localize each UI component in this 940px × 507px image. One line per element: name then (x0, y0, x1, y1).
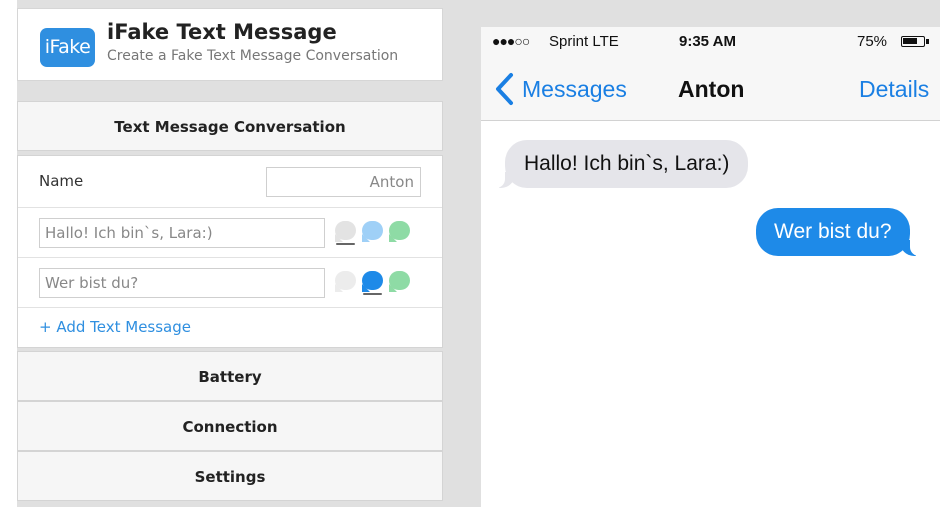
message-input[interactable]: Wer bist du? (39, 268, 325, 298)
bubble-dot (362, 271, 383, 290)
battery-icon (901, 36, 929, 47)
name-input[interactable]: Anton (266, 167, 421, 197)
green-bubble-icon[interactable] (389, 221, 411, 245)
bubble-dot (389, 221, 410, 240)
message-input-value: Hallo! Ich bin`s, Lara:) (45, 224, 213, 242)
app-logo: iFake (40, 28, 95, 67)
green-bubble-icon[interactable] (389, 271, 411, 295)
app-title: iFake Text Message (107, 20, 337, 44)
name-row: Name Anton (18, 156, 442, 208)
name-label: Name (39, 172, 84, 190)
bubble-dot (335, 221, 356, 240)
bubble-style-picker (335, 271, 417, 297)
selected-indicator (336, 243, 355, 245)
battery-fill (903, 38, 917, 44)
message-input-value: Wer bist du? (45, 274, 139, 292)
blue-bubble-icon[interactable] (362, 221, 384, 245)
gray-bubble-icon[interactable] (335, 221, 357, 245)
app-subtitle: Create a Fake Text Message Conversation (107, 48, 399, 64)
back-messages-button[interactable]: Messages (522, 76, 627, 103)
received-message-bubble: Hallo! Ich bin`s, Lara:) (494, 140, 749, 188)
bubble-dot (362, 221, 383, 240)
phone-preview: ●●●○○ Sprint LTE 9:35 AM 75% Messages An… (481, 27, 940, 507)
section-settings[interactable]: Settings (17, 451, 443, 501)
add-text-message-link[interactable]: + Add Text Message (39, 318, 191, 336)
details-button[interactable]: Details (859, 76, 929, 103)
contact-name: Anton (678, 76, 745, 102)
name-input-value: Anton (369, 173, 414, 191)
add-message-row: + Add Text Message (18, 308, 442, 348)
chevron-left-icon[interactable] (493, 71, 517, 107)
message-row: Hallo! Ich bin`s, Lara:) (18, 208, 442, 258)
conversation-form: Name Anton Hallo! Ich bin`s, Lara:) Wer … (17, 155, 443, 348)
bubble-dot (335, 271, 356, 290)
bubble-dot (389, 271, 410, 290)
bubble-style-picker (335, 221, 417, 247)
app-header: iFake iFake Text Message Create a Fake T… (17, 8, 443, 81)
selected-indicator (363, 293, 382, 295)
section-text-message-conversation[interactable]: Text Message Conversation (17, 101, 443, 151)
status-battery-percent: 75% (857, 33, 888, 50)
message-input[interactable]: Hallo! Ich bin`s, Lara:) (39, 218, 325, 248)
gray-bubble-icon[interactable] (335, 271, 357, 295)
blue-bubble-icon[interactable] (362, 271, 384, 295)
section-connection[interactable]: Connection (17, 401, 443, 451)
battery-nub (926, 39, 929, 44)
sent-message-bubble: Wer bist du? (756, 208, 919, 256)
message-row: Wer bist du? (18, 258, 442, 308)
status-carrier: Sprint LTE (549, 33, 619, 50)
signal-dots-icon: ●●●○○ (492, 33, 530, 49)
status-time: 9:35 AM (679, 33, 736, 50)
section-battery[interactable]: Battery (17, 351, 443, 401)
